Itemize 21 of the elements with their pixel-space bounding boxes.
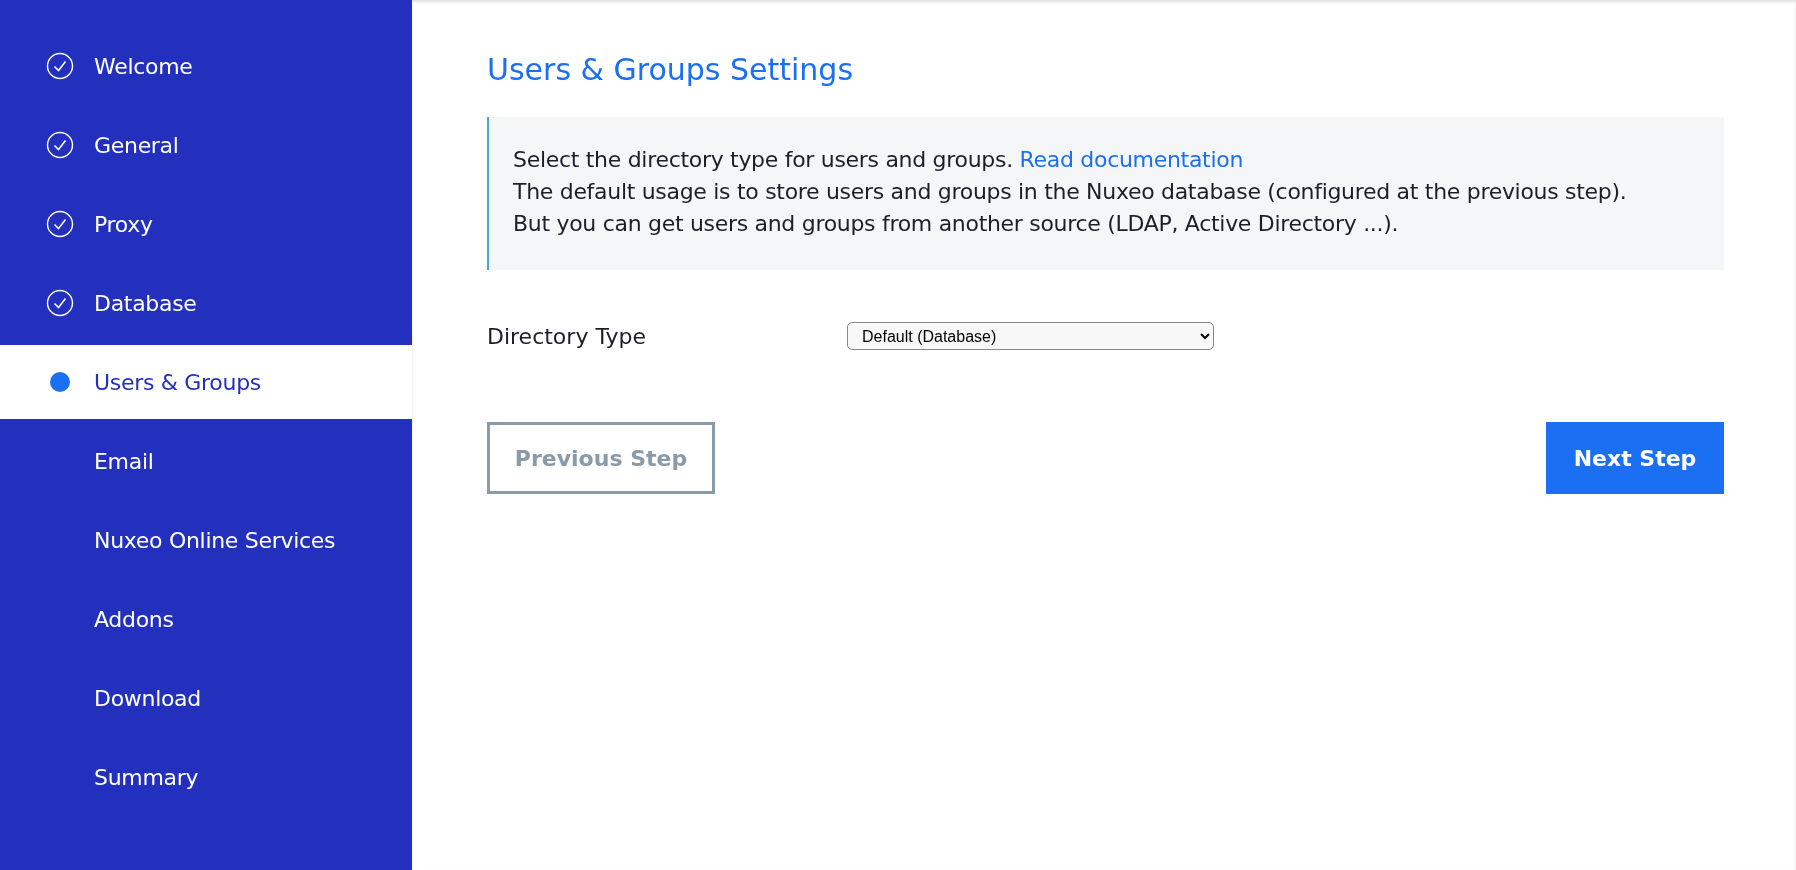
sidebar-item[interactable]: Summary (0, 740, 412, 814)
check-circle-icon (46, 131, 74, 159)
sidebar-item[interactable]: Database (0, 266, 412, 340)
check-circle-icon (46, 289, 74, 317)
documentation-link[interactable]: Read documentation (1019, 147, 1244, 172)
check-circle-icon (46, 210, 74, 238)
sidebar-item[interactable]: Nuxeo Online Services (0, 503, 412, 577)
sidebar-item[interactable]: General (0, 108, 412, 182)
sidebar-item[interactable]: Download (0, 661, 412, 735)
check-circle-icon (46, 52, 74, 80)
sidebar-item[interactable]: Welcome (0, 29, 412, 103)
next-step-button[interactable]: Next Step (1546, 422, 1724, 494)
sidebar-item[interactable]: Proxy (0, 187, 412, 261)
sidebar-item[interactable]: Users & Groups (0, 345, 412, 419)
current-step-dot-icon (50, 372, 70, 392)
sidebar-item[interactable]: Email (0, 424, 412, 498)
sidebar-item[interactable]: Addons (0, 582, 412, 656)
field-label: Directory Type (487, 323, 647, 349)
page-title: Users & Groups Settings (487, 52, 855, 87)
info-text: Select the directory type for users and groups. Read documentation The default usage is to store users and groups in the Nuxeo database (configured at the previous step). But you can get users and groups from another source (LDAP, Active Directory ...). (513, 146, 1628, 238)
directory-type-select[interactable]: Default (Database) (847, 322, 1214, 350)
